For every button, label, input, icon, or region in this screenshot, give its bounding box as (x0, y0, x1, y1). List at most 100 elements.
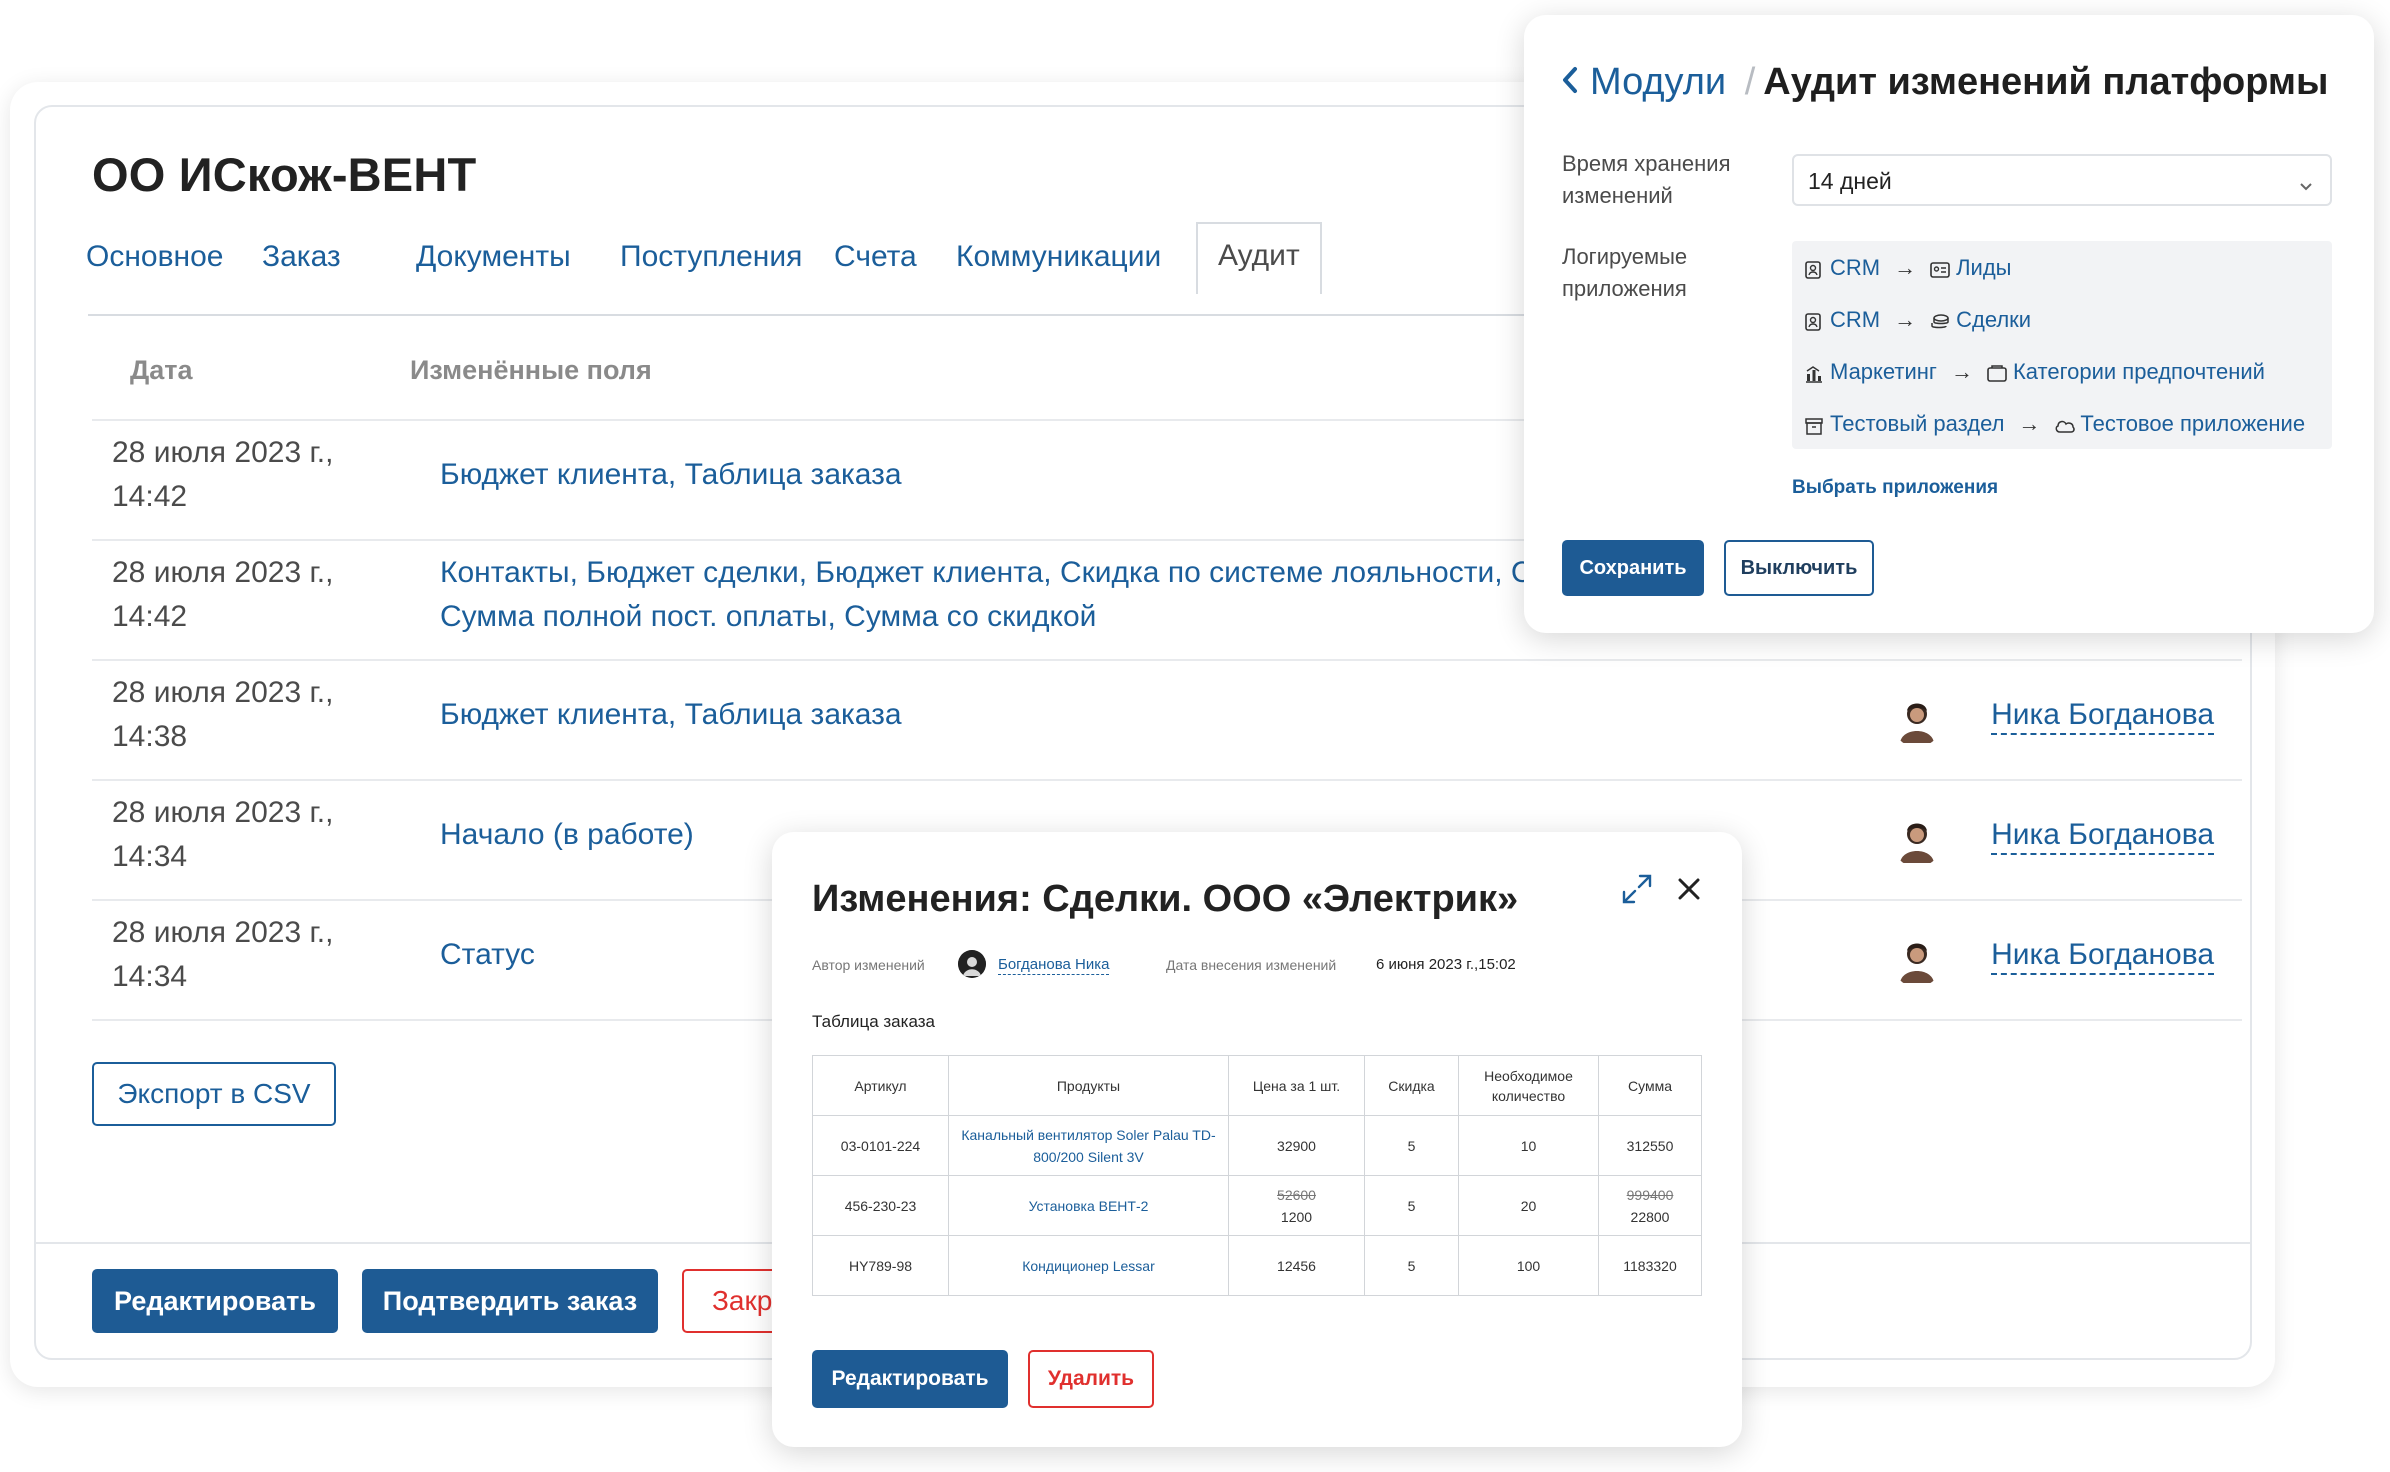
row-changed-fields[interactable]: Статус (440, 933, 535, 977)
date-label: Дата внесения изменений (1166, 957, 1337, 973)
cell-discount: 5 (1364, 1175, 1459, 1236)
retention-label: Время хранения изменений (1562, 151, 1731, 208)
app-route: CRM → Сделки (1804, 307, 2031, 333)
author-link[interactable]: Богданова Ника (998, 956, 1110, 975)
app-target-link[interactable]: Сделки (1956, 307, 2031, 333)
table-row: 28 июля 2023 г., 14:38 Бюджет клиента, Т… (92, 659, 2242, 779)
dialog-delete-button[interactable]: Удалить (1028, 1350, 1154, 1408)
app-source-link[interactable]: Маркетинг (1830, 359, 1937, 385)
cell-sku: 03-0101-224 (812, 1115, 949, 1176)
order-table: Артикул Продукты Цена за 1 шт. Скидка Не… (812, 1055, 1702, 1296)
avatar (1892, 937, 1942, 987)
cell-discount: 5 (1364, 1115, 1459, 1176)
app-target-link[interactable]: Тестовое приложение (2080, 411, 2305, 437)
column-header-date: Дата (130, 355, 193, 385)
coins-icon (1930, 311, 1949, 329)
avatar (1892, 817, 1942, 867)
dialog-edit-button[interactable]: Редактировать (812, 1350, 1008, 1408)
app-source-link[interactable]: Тестовый раздел (1830, 411, 2004, 437)
cell-price: 52600 1200 (1228, 1175, 1365, 1236)
dialog-title: Изменения: Сделки. ООО «Электрик» (812, 878, 1519, 920)
chevron-down-icon (2298, 172, 2314, 199)
table-row: 456-230-23 Установка ВЕНТ-2 52600 1200 5 … (812, 1175, 1702, 1236)
cell-price: 12456 (1228, 1235, 1365, 1296)
column-header-quantity: Необходимое количество (1458, 1055, 1599, 1116)
page-title: ОО ИСкож-ВЕНТ (92, 148, 477, 201)
column-header-fields: Изменённые поля (410, 355, 652, 385)
tab-audit[interactable]: Аудит (1196, 222, 1322, 294)
cell-product-link[interactable]: Канальный вентилятор Soler Palau TD-800/… (948, 1115, 1229, 1176)
app-target-link[interactable]: Категории предпочтений (2013, 359, 2265, 385)
confirm-order-button[interactable]: Подтвердить заказ (362, 1269, 658, 1333)
back-chevron-icon[interactable] (1560, 62, 1580, 105)
row-changed-fields[interactable]: Начало (в работе) (440, 813, 694, 857)
tab-order[interactable]: Заказ (262, 240, 341, 274)
panel-title: Аудит изменений платформы (1763, 61, 2329, 103)
breadcrumb-modules-link[interactable]: Модули (1590, 61, 1726, 103)
cell-sku: 456-230-23 (812, 1175, 949, 1236)
author-link[interactable]: Ника Богданова (1991, 937, 2214, 975)
new-sum: 22800 (1630, 1208, 1670, 1225)
disable-button[interactable]: Выключить (1724, 540, 1874, 596)
arrow-right-icon: → (2018, 411, 2041, 436)
cell-sku: HY789-98 (812, 1235, 949, 1296)
app-target-link[interactable]: Лиды (1956, 255, 2011, 281)
tab-communications[interactable]: Коммуникации (956, 240, 1161, 274)
retention-select[interactable]: 14 дней (1792, 154, 2332, 206)
row-date: 28 июля 2023 г., 14:34 (112, 796, 334, 873)
table-row: 03-0101-224 Канальный вентилятор Soler P… (812, 1115, 1702, 1176)
breadcrumb: Модули / Аудит изменений платформы (1560, 61, 2328, 105)
avatar (958, 950, 986, 978)
change-date: 6 июня 2023 г.,15:02 (1376, 956, 1516, 973)
column-header-sum: Сумма (1598, 1055, 1702, 1116)
row-date: 28 июля 2023 г., 14:42 (112, 436, 334, 513)
column-header-sku: Артикул (812, 1055, 949, 1116)
author-label: Автор изменений (812, 957, 925, 973)
cell-sum: 999400 22800 (1598, 1175, 1702, 1236)
app-route: Маркетинг → Категории предпочтений (1804, 359, 2265, 385)
arrow-right-icon: → (1894, 255, 1917, 280)
tab-documents[interactable]: Документы (416, 240, 571, 274)
row-changed-fields[interactable]: Бюджет клиента, Таблица заказа (440, 693, 902, 737)
contact-card-icon (1804, 259, 1822, 279)
apps-label: Логируемые приложения (1562, 244, 1688, 301)
close-icon[interactable] (1676, 876, 1702, 907)
logged-apps-list: CRM → Лиды CRM → Сделки Маркетинг → Кате… (1792, 241, 2332, 449)
tab-receipts[interactable]: Поступления (620, 240, 802, 274)
row-date: 28 июля 2023 г., 14:38 (112, 676, 334, 753)
table-row: HY789-98 Кондиционер Lessar 12456 5 100 … (812, 1235, 1702, 1296)
tab-main[interactable]: Основное (86, 240, 223, 274)
folder-icon (1987, 363, 2007, 382)
app-source-link[interactable]: CRM (1830, 255, 1880, 281)
changes-dialog: Изменения: Сделки. ООО «Электрик» Автор … (772, 832, 1742, 1447)
avatar (1892, 697, 1942, 747)
author-link[interactable]: Ника Богданова (1991, 817, 2214, 855)
edit-button[interactable]: Редактировать (92, 1269, 338, 1333)
app-route: Тестовый раздел → Тестовое приложение (1804, 411, 2305, 437)
row-date: 28 июля 2023 г., 14:34 (112, 916, 334, 993)
row-date: 28 июля 2023 г., 14:42 (112, 556, 334, 633)
arrow-right-icon: → (1950, 359, 1973, 384)
expand-icon[interactable] (1620, 872, 1654, 911)
cell-sum: 312550 (1598, 1115, 1702, 1176)
section-title: Таблица заказа (812, 1012, 935, 1031)
column-header-products: Продукты (948, 1055, 1229, 1116)
select-apps-link[interactable]: Выбрать приложения (1792, 477, 1998, 499)
cell-quantity: 20 (1458, 1175, 1599, 1236)
archive-icon (1804, 415, 1823, 435)
cell-product-link[interactable]: Установка ВЕНТ-2 (948, 1175, 1229, 1236)
app-source-link[interactable]: CRM (1830, 307, 1880, 333)
row-changed-fields[interactable]: Контакты, Бюджет сделки, Бюджет клиента,… (440, 551, 1626, 595)
export-csv-button[interactable]: Экспорт в CSV (92, 1062, 336, 1126)
cell-sum: 1183320 (1598, 1235, 1702, 1296)
tab-invoices[interactable]: Счета (834, 240, 917, 274)
save-button[interactable]: Сохранить (1562, 540, 1704, 596)
row-changed-fields[interactable]: Бюджет клиента, Таблица заказа (440, 453, 902, 497)
cell-product-link[interactable]: Кондиционер Lessar (948, 1235, 1229, 1296)
row-changed-fields-cont[interactable]: Сумма полной пост. оплаты, Сумма со скид… (440, 595, 1096, 639)
app-route: CRM → Лиды (1804, 255, 2012, 281)
author-link[interactable]: Ника Богданова (1991, 697, 2214, 735)
breadcrumb-separator: / (1744, 61, 1756, 103)
column-header-price: Цена за 1 шт. (1228, 1055, 1365, 1116)
old-sum: 999400 (1626, 1186, 1674, 1203)
